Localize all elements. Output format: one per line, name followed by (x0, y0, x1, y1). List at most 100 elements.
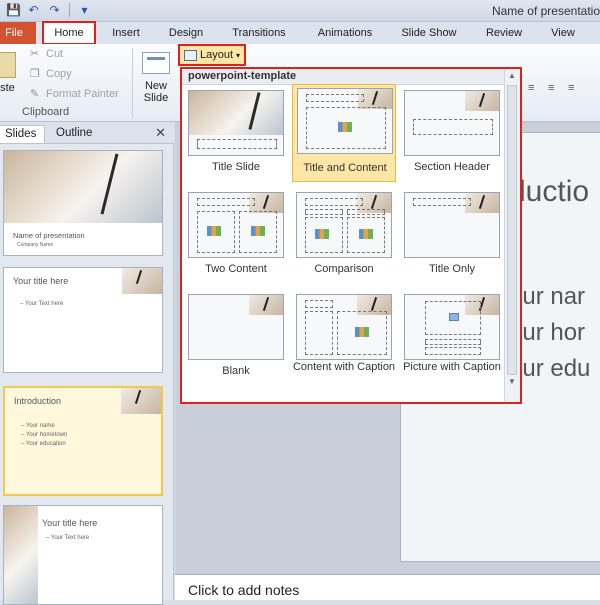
paintbrush-icon: ✎ (30, 88, 40, 100)
customize-toolbar-icon[interactable]: ▾ (78, 3, 91, 17)
format-painter-button[interactable]: ✎ Format Painter (30, 88, 119, 100)
tab-transitions[interactable]: Transitions (228, 25, 290, 43)
layout-preview (188, 90, 284, 156)
paste-button-label[interactable]: aste (0, 82, 15, 94)
close-icon[interactable]: ✕ (155, 125, 166, 141)
title-placeholder (197, 139, 277, 149)
thumbnail-title: Introduction (14, 396, 62, 406)
slide-thumbnail-4[interactable]: Your title here – Your Text here (3, 505, 163, 605)
pen-corner-graphic (465, 91, 499, 111)
tab-outline[interactable]: Outline (48, 125, 100, 143)
scroll-down-icon[interactable]: ▼ (508, 377, 516, 386)
scrollbar-thumb[interactable] (507, 85, 517, 375)
caption-title-placeholder (425, 339, 481, 345)
layout-picture-with-caption[interactable]: Picture with Caption (400, 291, 504, 389)
layout-preview (188, 192, 284, 258)
section-placeholder (413, 119, 493, 135)
toolbar-divider (69, 3, 70, 17)
slides-pane: Slides Outline ✕ Name of presentation Co… (0, 122, 174, 605)
paste-icon[interactable] (0, 52, 16, 78)
notes-field[interactable]: Click to add notes (175, 574, 600, 600)
gallery-header: powerpoint-template (182, 69, 504, 85)
chevron-down-icon: ▾ (236, 50, 241, 60)
window-title: Name of presentatio (491, 4, 600, 18)
layout-label: Two Content (205, 263, 267, 275)
layout-label: Picture with Caption (403, 361, 501, 373)
tab-slide-show[interactable]: Slide Show (398, 25, 460, 43)
format-painter-label: Format Painter (46, 88, 119, 100)
tab-insert[interactable]: Insert (108, 25, 144, 43)
tab-design[interactable]: Design (164, 25, 208, 43)
layout-title-and-content[interactable]: Title and Content (292, 84, 396, 182)
layout-blank[interactable]: Blank (184, 291, 288, 389)
layout-content-with-caption[interactable]: Content with Caption (292, 291, 396, 389)
picture-icon (449, 313, 459, 321)
heading-placeholder-left (305, 209, 343, 215)
thumbnail-bullets: – Your Text here (46, 535, 90, 541)
caption-placeholder (425, 347, 481, 355)
ribbon-divider (132, 48, 133, 118)
align-center-icon[interactable]: ≡ (548, 82, 554, 94)
hand-writing-photo (189, 91, 283, 135)
layout-label: Section Header (414, 161, 490, 173)
pen-corner-graphic (121, 388, 161, 414)
redo-icon[interactable]: ↷ (48, 3, 61, 17)
cut-label: Cut (46, 48, 64, 60)
new-slide-button[interactable]: New Slide (140, 80, 172, 104)
layout-preview (404, 294, 500, 360)
layout-gallery: powerpoint-template ▲ ▼ Title Slide Titl… (180, 67, 522, 404)
title-placeholder (306, 94, 364, 102)
pane-tabs: Slides Outline ✕ (0, 122, 174, 144)
undo-icon[interactable]: ↶ (27, 3, 40, 17)
layout-preview (296, 294, 392, 360)
cut-button[interactable]: ✂ Cut (30, 48, 63, 60)
thumbnail-bullets: – Your Text here (20, 301, 64, 307)
thumbnail-title: Name of presentation (13, 231, 85, 240)
title-placeholder (305, 300, 333, 308)
align-right-icon[interactable]: ≡ (528, 82, 534, 94)
slide-thumbnail-2[interactable]: Your title here – Your Text here (3, 267, 163, 373)
tab-home[interactable]: Home (42, 21, 96, 45)
tab-slides[interactable]: Slides (0, 125, 46, 143)
layout-preview (188, 294, 284, 360)
slide-thumbnail-3[interactable]: Introduction – Your name – Your hometown… (3, 386, 163, 496)
layout-label: Comparison (314, 263, 374, 275)
justify-icon[interactable]: ≡ (568, 82, 574, 94)
layout-label: Title and Content (303, 162, 387, 174)
pen-corner-graphic (249, 295, 283, 315)
layout-title-slide[interactable]: Title Slide (184, 87, 288, 185)
quick-access-toolbar: 💾 ↶ ↷ ▾ (6, 3, 91, 17)
title-placeholder (305, 198, 363, 206)
title-placeholder (413, 198, 471, 206)
content-icons (355, 327, 369, 337)
scroll-up-icon[interactable]: ▲ (508, 71, 516, 80)
clipboard-group-label: Clipboard (22, 106, 70, 118)
title-placeholder (197, 198, 255, 206)
layout-button[interactable]: Layout ▾ (178, 44, 246, 66)
new-slide-icon[interactable] (142, 52, 170, 74)
copy-button[interactable]: ❐ Copy (30, 68, 72, 80)
tab-animations[interactable]: Animations (313, 25, 377, 43)
save-icon[interactable]: 💾 (6, 3, 21, 17)
layout-title-only[interactable]: Title Only (400, 189, 504, 287)
tab-view[interactable]: View (546, 25, 580, 43)
content-icons (359, 229, 373, 239)
layout-preview (296, 192, 392, 258)
slide-thumbnail-1[interactable]: Name of presentation Company Name (3, 150, 163, 256)
thumbnail-title: Your title here (42, 518, 98, 528)
layout-comparison[interactable]: Comparison (292, 189, 396, 287)
content-icons (338, 122, 352, 132)
tab-review[interactable]: Review (482, 25, 526, 43)
layout-icon (184, 49, 197, 61)
layout-section-header[interactable]: Section Header (400, 87, 504, 185)
copy-icon: ❐ (30, 68, 40, 80)
layout-label: Title Only (428, 263, 476, 275)
thumbnail-subtitle: Company Name (17, 242, 54, 248)
layout-two-content[interactable]: Two Content (184, 189, 288, 287)
copy-label: Copy (46, 68, 72, 80)
pen-corner-graphic (122, 268, 162, 294)
layout-preview (297, 88, 393, 154)
gallery-scrollbar[interactable]: ▲ ▼ (504, 69, 520, 402)
content-icons (207, 226, 221, 236)
tab-file[interactable]: File (0, 22, 36, 44)
